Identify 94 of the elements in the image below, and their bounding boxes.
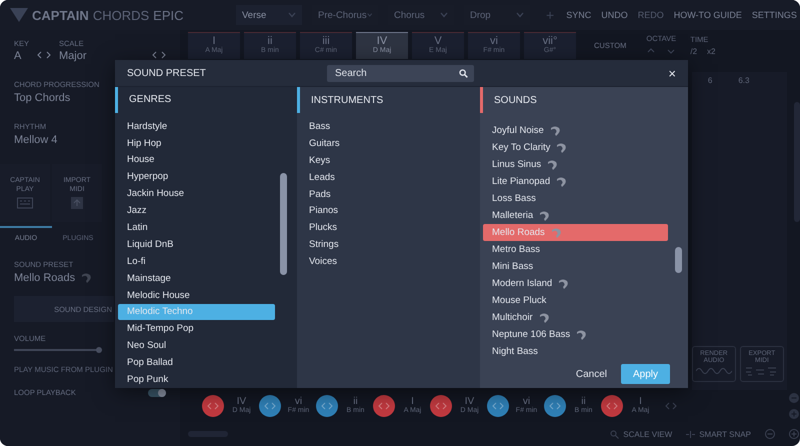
chord-progression-value[interactable]: Top Chords [14,92,70,104]
brand-name: CAPTAIN [32,8,89,22]
chord-connector[interactable] [544,395,566,417]
chord-connector[interactable] [316,395,338,417]
time-option[interactable]: x2 [707,46,716,56]
brand-product: CHORDS [92,8,150,22]
caret-icon [440,12,448,18]
instrument-item[interactable]: Voices [300,253,458,270]
sound-item[interactable]: Malleteria [483,207,668,224]
column-header: INSTRUMENTS [297,87,480,113]
sound-item[interactable]: Linus Sinus [483,156,668,173]
column-header: SOUNDS [480,87,688,113]
sound-item[interactable]: Modern Island [483,275,668,292]
instrument-item[interactable]: Pads [300,186,458,202]
instrument-item[interactable]: Plucks [300,219,458,236]
genre-item[interactable]: Latin [118,219,275,236]
chord-connector[interactable] [487,395,509,417]
sound-item[interactable]: Mello Roads [483,224,668,241]
genre-item[interactable]: Melodic House [118,286,275,304]
search-field[interactable]: Search [327,64,474,82]
sound-item[interactable]: Mouse Pluck [483,292,668,309]
zoom-out-icon[interactable] [764,429,775,439]
zoom-in-icon[interactable] [788,429,799,439]
scrollbar[interactable] [280,173,287,275]
snap-icon [686,430,696,438]
genre-item[interactable]: Liquid DnB [118,236,275,253]
sound-item[interactable]: Mini Bass [483,258,668,275]
section-dropdown[interactable]: Verse [236,5,302,25]
genre-item[interactable]: Mid-Tempo Pop [118,320,275,338]
genre-item[interactable]: Lo-fi [118,252,275,270]
brand-edition: EPIC [153,8,184,22]
sound-item[interactable]: Lite Pianopad [483,173,668,190]
keyboard-icon [17,196,33,209]
grid-tick-label: 6 [708,76,712,85]
column-header: GENRES [115,87,297,113]
search-icon [459,68,468,78]
menu-item[interactable]: SYNC [566,10,592,20]
caret-icon [288,12,296,18]
instrument-item[interactable]: Strings [300,236,458,254]
genre-item[interactable]: Jackin House [118,185,275,202]
genre-item[interactable]: Jazz [118,202,275,220]
menu-item[interactable]: UNDO [601,10,628,20]
logo-icon [10,8,28,22]
instrument-item[interactable]: Guitars [300,134,458,152]
sound-item[interactable]: Multichoir [483,309,668,326]
cancel-button[interactable]: Cancel [576,364,607,384]
rhythm-value[interactable]: Mellow 4 [14,134,58,146]
genre-item[interactable]: Pop Ballad [118,354,275,372]
waveform-icon [696,366,732,376]
search-icon [610,430,620,438]
instrument-item[interactable]: Keys [300,152,458,169]
genre-item[interactable]: House [118,152,275,168]
scale-value: Major [59,50,87,62]
genre-item[interactable]: Hyperpop [118,168,275,186]
genre-item[interactable]: Mainstage [118,270,275,287]
sound-item[interactable]: Metro Bass [483,241,668,258]
chevrons-icon[interactable] [152,51,166,59]
instrument-item[interactable]: Pianos [300,202,458,220]
chord-connector[interactable] [373,395,395,417]
dialog-title: SOUND PRESET [127,68,207,78]
chevrons-icon[interactable] [37,51,52,59]
menu-item[interactable]: SETTINGS [752,10,797,20]
time-option[interactable]: /2 [690,46,698,56]
chord-connector[interactable] [430,395,452,417]
genre-item[interactable]: Hardstyle [118,118,275,135]
search-input[interactable]: Search [335,68,459,78]
scale-view-button[interactable]: SCALE VIEW [610,430,672,438]
loop-toggle[interactable] [148,388,166,396]
upload-icon [69,196,85,209]
swirl-icon [80,272,92,284]
key-value: A [14,50,22,62]
chord-connector[interactable] [601,395,623,417]
chord-connector[interactable] [259,395,281,417]
genre-item[interactable]: Neo Soul [118,337,275,354]
sound-item[interactable]: Loss Bass [483,190,668,207]
scrollbar[interactable] [675,247,682,273]
arrows-icon[interactable] [664,402,678,410]
apply-button[interactable]: Apply [620,364,670,384]
chord-connector[interactable] [202,395,224,417]
caret-icon [516,12,524,18]
sound-item[interactable]: Key To Clarity [483,139,668,156]
close-button[interactable]: × [668,66,676,80]
menu-item[interactable]: HOW-TO GUIDE [674,10,742,20]
genre-item[interactable]: Pop Punk [118,371,275,388]
smart-snap-button[interactable]: SMART SNAP [686,430,751,438]
caret-icon [366,12,372,18]
grid-tick-label: 6.3 [738,76,750,85]
sound-item[interactable]: Neptune 106 Bass [483,326,668,343]
instrument-item[interactable]: Leads [300,168,458,186]
sound-preset-value[interactable]: Mello Roads [14,272,76,284]
sound-item[interactable]: Joyful Noise [483,122,668,139]
instrument-item[interactable]: Bass [300,118,458,135]
genre-item[interactable]: Hip Hop [118,134,275,152]
sound-item[interactable]: Night Bass [483,343,668,360]
